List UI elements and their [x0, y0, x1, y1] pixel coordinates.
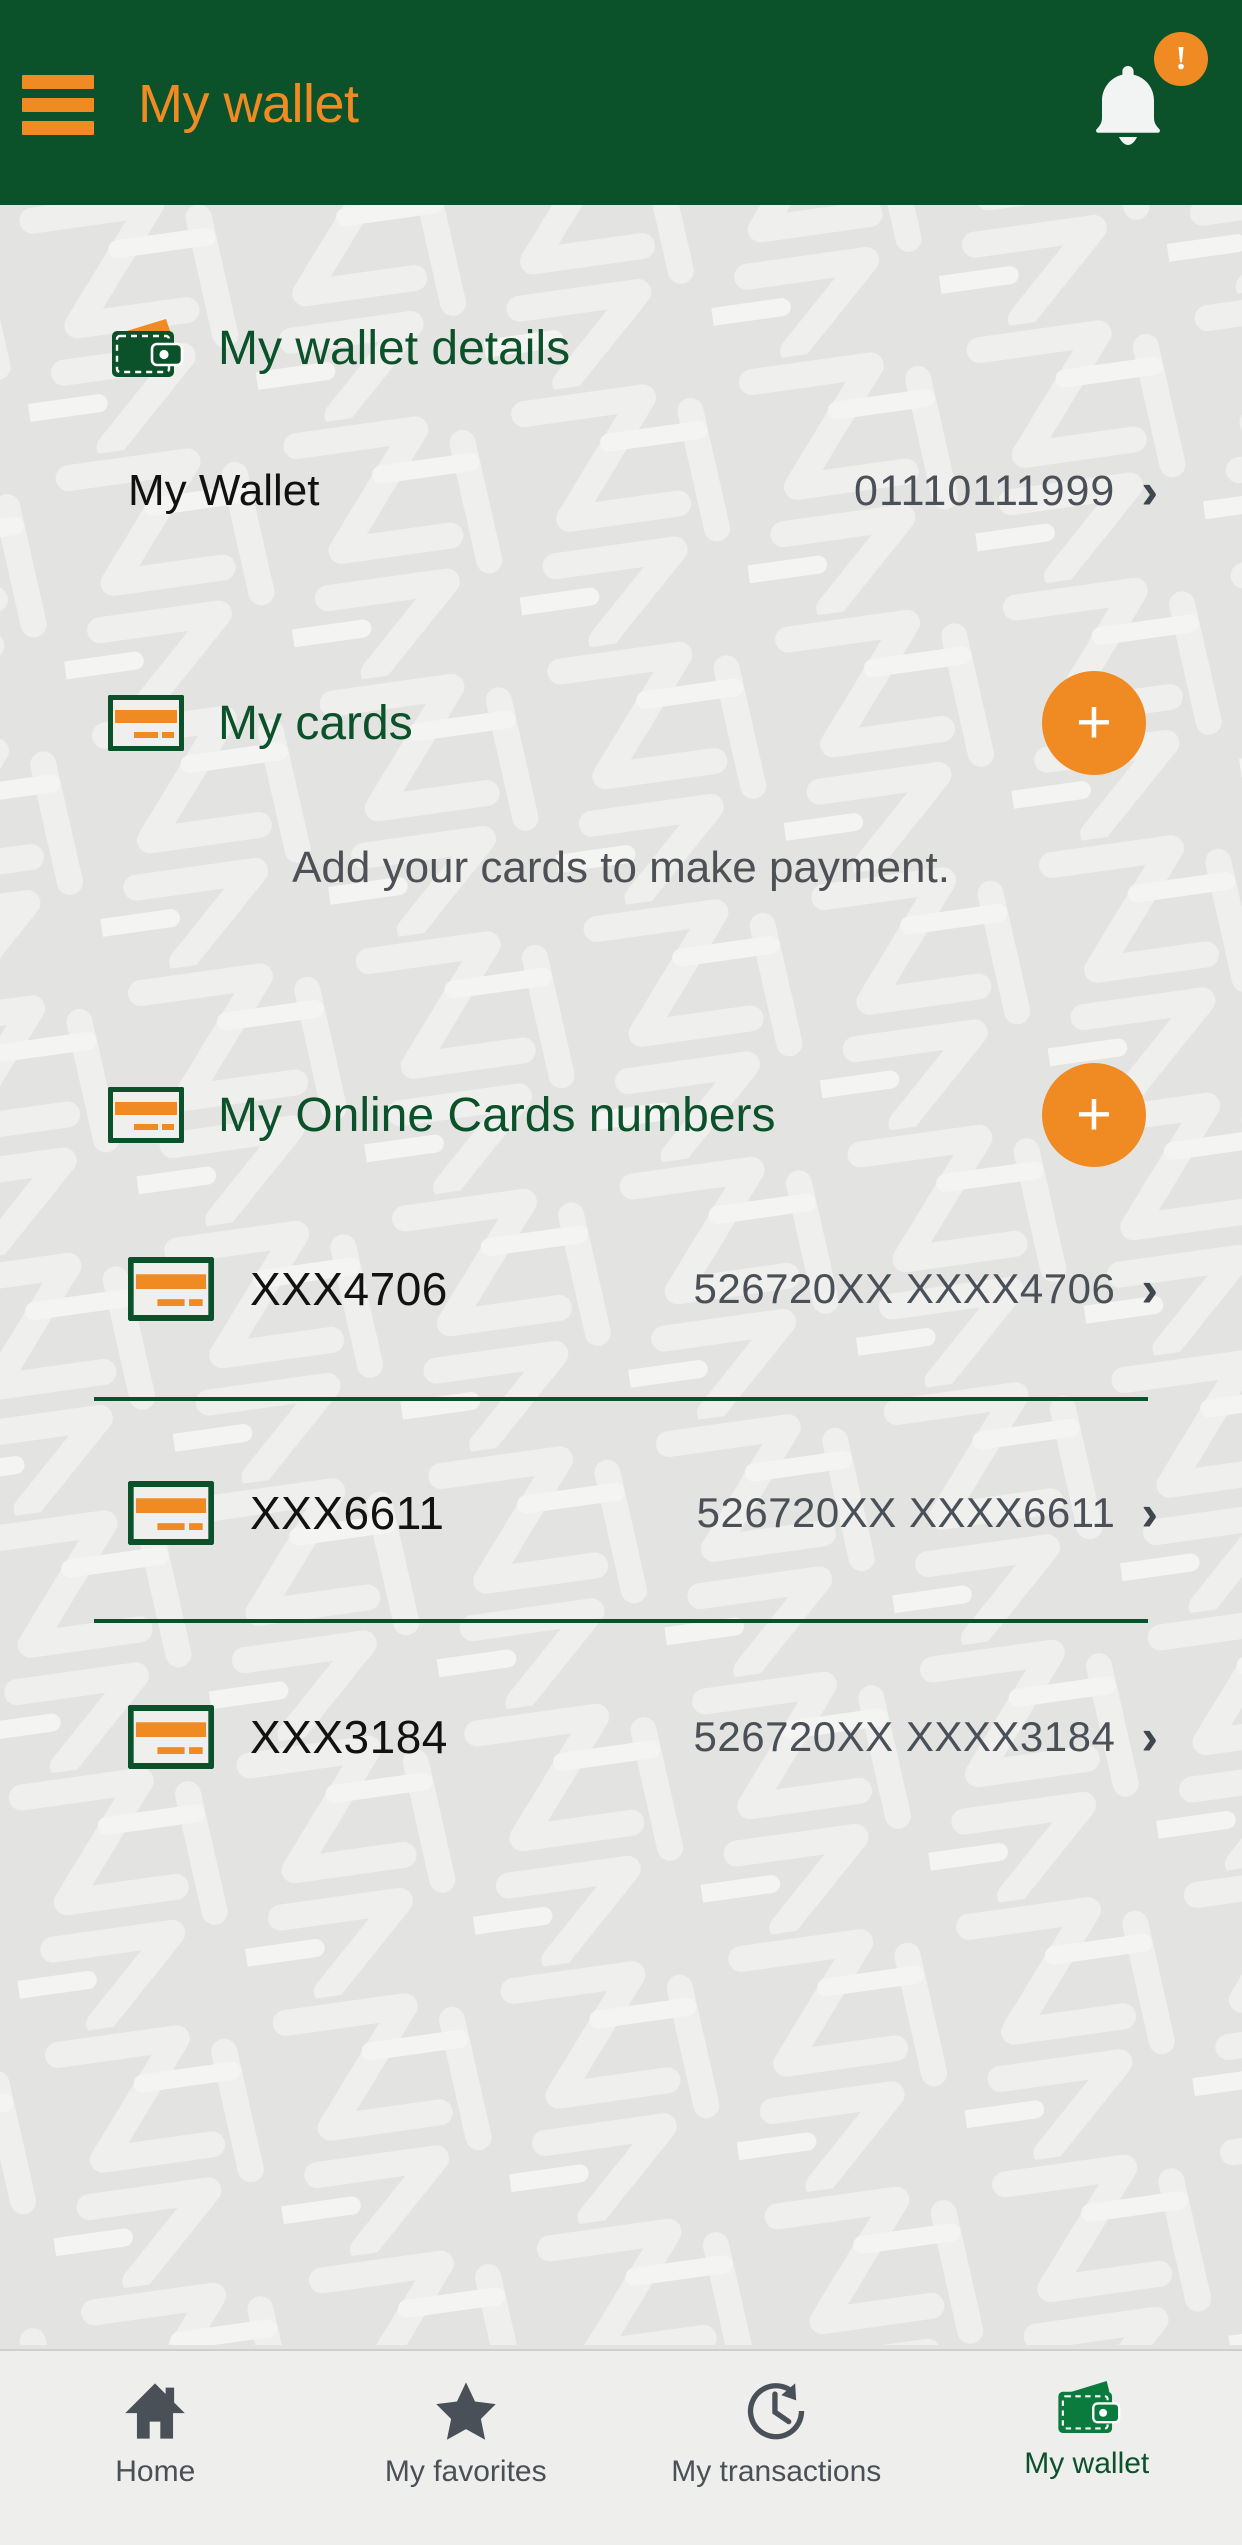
online-card-row[interactable]: XXX4706 526720XX XXXX4706 ›: [0, 1229, 1242, 1349]
credit-card-icon: [108, 1087, 184, 1143]
card-number: 526720XX XXXX4706: [693, 1265, 1116, 1312]
add-card-button[interactable]: +: [1042, 671, 1146, 775]
card-alias: XXX6611: [250, 1487, 445, 1539]
online-card-row[interactable]: XXX6611 526720XX XXXX6611 ›: [0, 1453, 1242, 1573]
bottom-navigation: Home My favorites My transactions My wal…: [0, 2349, 1242, 2545]
wallet-icon: [112, 319, 184, 377]
credit-card-icon: [128, 1705, 214, 1769]
tab-label: My transactions: [671, 2455, 882, 2488]
online-cards-header: My Online Cards numbers +: [0, 1063, 1242, 1167]
hamburger-menu-icon[interactable]: [22, 74, 94, 135]
status-badge: !: [1154, 31, 1208, 86]
tab-label: My favorites: [384, 2455, 547, 2488]
tab-my-wallet[interactable]: My wallet: [932, 2377, 1242, 2481]
chevron-right-icon[interactable]: ›: [1141, 1488, 1158, 1538]
badge-label: !: [1175, 39, 1187, 77]
my-cards-header: My cards +: [0, 671, 1242, 775]
chevron-right-icon[interactable]: ›: [1141, 1264, 1158, 1314]
wallet-details-title: My wallet details: [218, 321, 571, 375]
credit-card-icon: [108, 695, 184, 751]
tab-my-favorites[interactable]: My favorites: [311, 2377, 622, 2489]
notification-button[interactable]: !: [1088, 31, 1208, 148]
content-column: My wallet details My Wallet 01110111999 …: [0, 205, 1242, 1797]
wallet-icon: [1058, 2381, 1121, 2433]
wallet-details-header: My wallet details: [0, 205, 1242, 379]
clock-history-icon: [748, 2383, 805, 2440]
credit-card-icon: [128, 1481, 214, 1545]
home-icon: [125, 2383, 185, 2439]
wallet-row-label: My Wallet: [128, 466, 320, 515]
card-alias: XXX4706: [250, 1263, 448, 1315]
credit-card-icon: [128, 1257, 214, 1321]
tab-label: My wallet: [1024, 2447, 1150, 2480]
chevron-right-icon[interactable]: ›: [1141, 1712, 1158, 1762]
hamburger-bar: [22, 74, 94, 89]
star-icon: [436, 2382, 496, 2440]
hamburger-bar: [22, 97, 94, 112]
card-number: 526720XX XXXX6611: [696, 1489, 1116, 1536]
my-cards-empty-hint: Add your cards to make payment.: [292, 843, 950, 892]
card-alias: XXX3184: [250, 1711, 448, 1763]
page-body: My wallet details My Wallet 01110111999 …: [0, 205, 1242, 2349]
tab-label: Home: [115, 2455, 196, 2488]
chevron-right-icon[interactable]: ›: [1141, 466, 1158, 516]
hamburger-bar: [22, 120, 94, 135]
online-card-row[interactable]: XXX3184 526720XX XXXX3184 ›: [0, 1677, 1242, 1797]
app-header: My wallet !: [0, 0, 1242, 205]
row-divider: [94, 1619, 1148, 1623]
my-cards-title: My cards: [218, 696, 413, 750]
tab-home[interactable]: Home: [0, 2377, 311, 2489]
add-online-card-button[interactable]: +: [1042, 1063, 1146, 1167]
tab-my-transactions[interactable]: My transactions: [621, 2377, 932, 2489]
row-divider: [94, 1397, 1148, 1401]
plus-icon: +: [1075, 688, 1113, 758]
header-actions: !: [1088, 31, 1208, 148]
card-number: 526720XX XXXX3184: [693, 1713, 1116, 1760]
page-title: My wallet: [138, 73, 359, 134]
plus-icon: +: [1075, 1080, 1113, 1150]
app-screen: My wallet ! My wallet details My Wallet …: [0, 0, 1242, 2545]
wallet-row[interactable]: My Wallet 01110111999 ›: [0, 443, 1242, 539]
online-cards-title: My Online Cards numbers: [218, 1088, 776, 1142]
wallet-row-number: 01110111999: [854, 466, 1116, 515]
